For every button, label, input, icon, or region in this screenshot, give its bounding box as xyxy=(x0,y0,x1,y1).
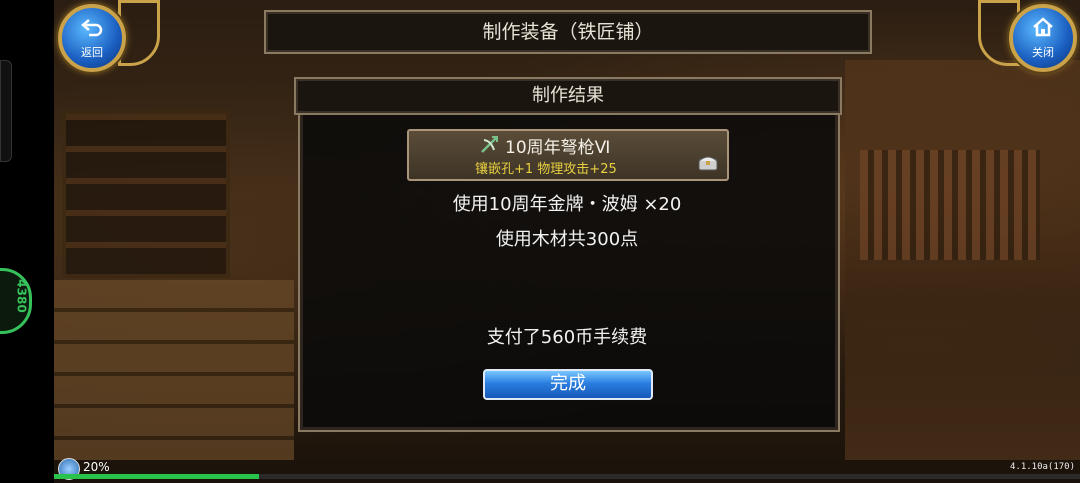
wooden-crates xyxy=(54,280,294,460)
progress-fill xyxy=(54,474,260,479)
side-badge[interactable]: 4380 xyxy=(0,268,32,334)
progress-percent: 20% xyxy=(83,460,110,474)
crossbow-icon xyxy=(479,135,499,155)
item-name: 10周年弩枪Ⅵ xyxy=(505,138,611,158)
treasure-chest-icon xyxy=(697,153,719,171)
close-button[interactable]: 关闭 xyxy=(1009,4,1077,72)
edge-handle xyxy=(0,60,12,162)
workshop-wall xyxy=(845,60,1080,460)
dialog-title-bar: 制作结果 xyxy=(294,77,842,115)
back-arrow-icon xyxy=(62,17,122,40)
materials-line-2: 使用木材共300点 xyxy=(495,229,639,250)
done-button[interactable]: 完成 xyxy=(483,369,653,400)
window-title-bar: 制作装备（铁匠铺） xyxy=(264,10,872,54)
potion-shelf xyxy=(62,110,230,278)
fee-text: 支付了560币手续费 xyxy=(486,327,648,348)
materials-line-1: 使用10周年金牌・波姆 ×20 xyxy=(452,194,682,215)
device-edge: 4380 xyxy=(0,0,54,483)
dialog-title: 制作结果 xyxy=(532,85,604,106)
back-button[interactable]: 返回 xyxy=(58,4,126,72)
item-stats: 镶嵌孔+1 物理攻击+25 xyxy=(475,162,617,177)
back-button-label: 返回 xyxy=(81,46,103,59)
window-title: 制作装备（铁匠铺） xyxy=(482,21,654,43)
progress-bar xyxy=(54,474,1080,479)
version-label: 4.1.10a(170) xyxy=(1010,462,1076,472)
hanging-tools xyxy=(860,150,1040,260)
home-icon xyxy=(1013,17,1073,40)
crafted-item-card[interactable]: 10周年弩枪Ⅵ 镶嵌孔+1 物理攻击+25 xyxy=(407,129,729,181)
side-badge-text: 4380 xyxy=(14,279,29,313)
close-button-label: 关闭 xyxy=(1032,46,1054,59)
